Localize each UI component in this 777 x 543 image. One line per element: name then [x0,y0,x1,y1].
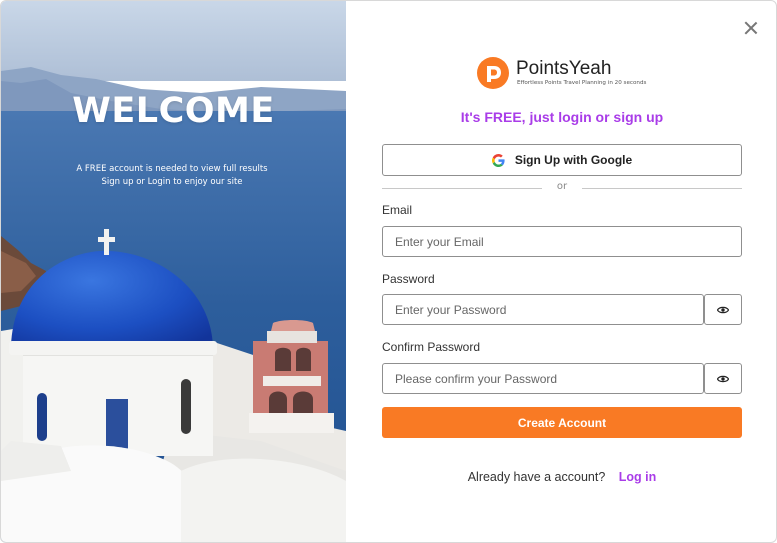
confirm-password-visibility-toggle[interactable] [704,363,742,394]
brand-tagline: Effortless Points Travel Planning in 20 … [517,80,647,86]
password-field[interactable] [382,294,704,325]
welcome-heading: WELCOME [72,91,275,131]
login-link[interactable]: Log in [619,470,657,484]
eye-icon [717,306,729,313]
form-headline: It's FREE, just login or sign up [460,109,664,125]
confirm-password-label: Confirm Password [382,340,481,354]
divider-line-left [382,188,542,189]
password-visibility-toggle[interactable] [704,294,742,325]
google-signup-button[interactable]: Sign Up with Google [382,144,742,176]
email-field[interactable] [382,226,742,257]
create-account-button[interactable]: Create Account [382,407,742,438]
signup-modal: WELCOME A FREE account is needed to view… [0,0,777,543]
google-icon [491,153,505,167]
hero-panel: WELCOME A FREE account is needed to view… [1,1,346,542]
divider-text: or [556,181,568,192]
hero-image [1,1,346,542]
or-divider: or [382,181,742,195]
divider-line-right [582,188,742,189]
welcome-subtitle-line2: Sign up or Login to enjoy our site [101,177,243,187]
close-icon[interactable] [741,18,761,38]
signup-form-panel: PointsYeah Effortless Points Travel Plan… [346,1,776,542]
google-button-label: Sign Up with Google [514,153,633,167]
brand-name: PointsYeah [516,58,612,79]
login-prompt-text: Already have a account? [467,470,606,484]
login-prompt: Already have a account? Log in [346,470,776,484]
password-label: Password [382,272,435,286]
pointsyeah-logo-icon [477,57,509,89]
email-label: Email [382,203,413,217]
confirm-password-field[interactable] [382,363,704,394]
welcome-subtitle-line1: A FREE account is needed to view full re… [76,164,268,174]
welcome-subtitle: A FREE account is needed to view full re… [1,163,343,189]
eye-icon [717,375,729,382]
